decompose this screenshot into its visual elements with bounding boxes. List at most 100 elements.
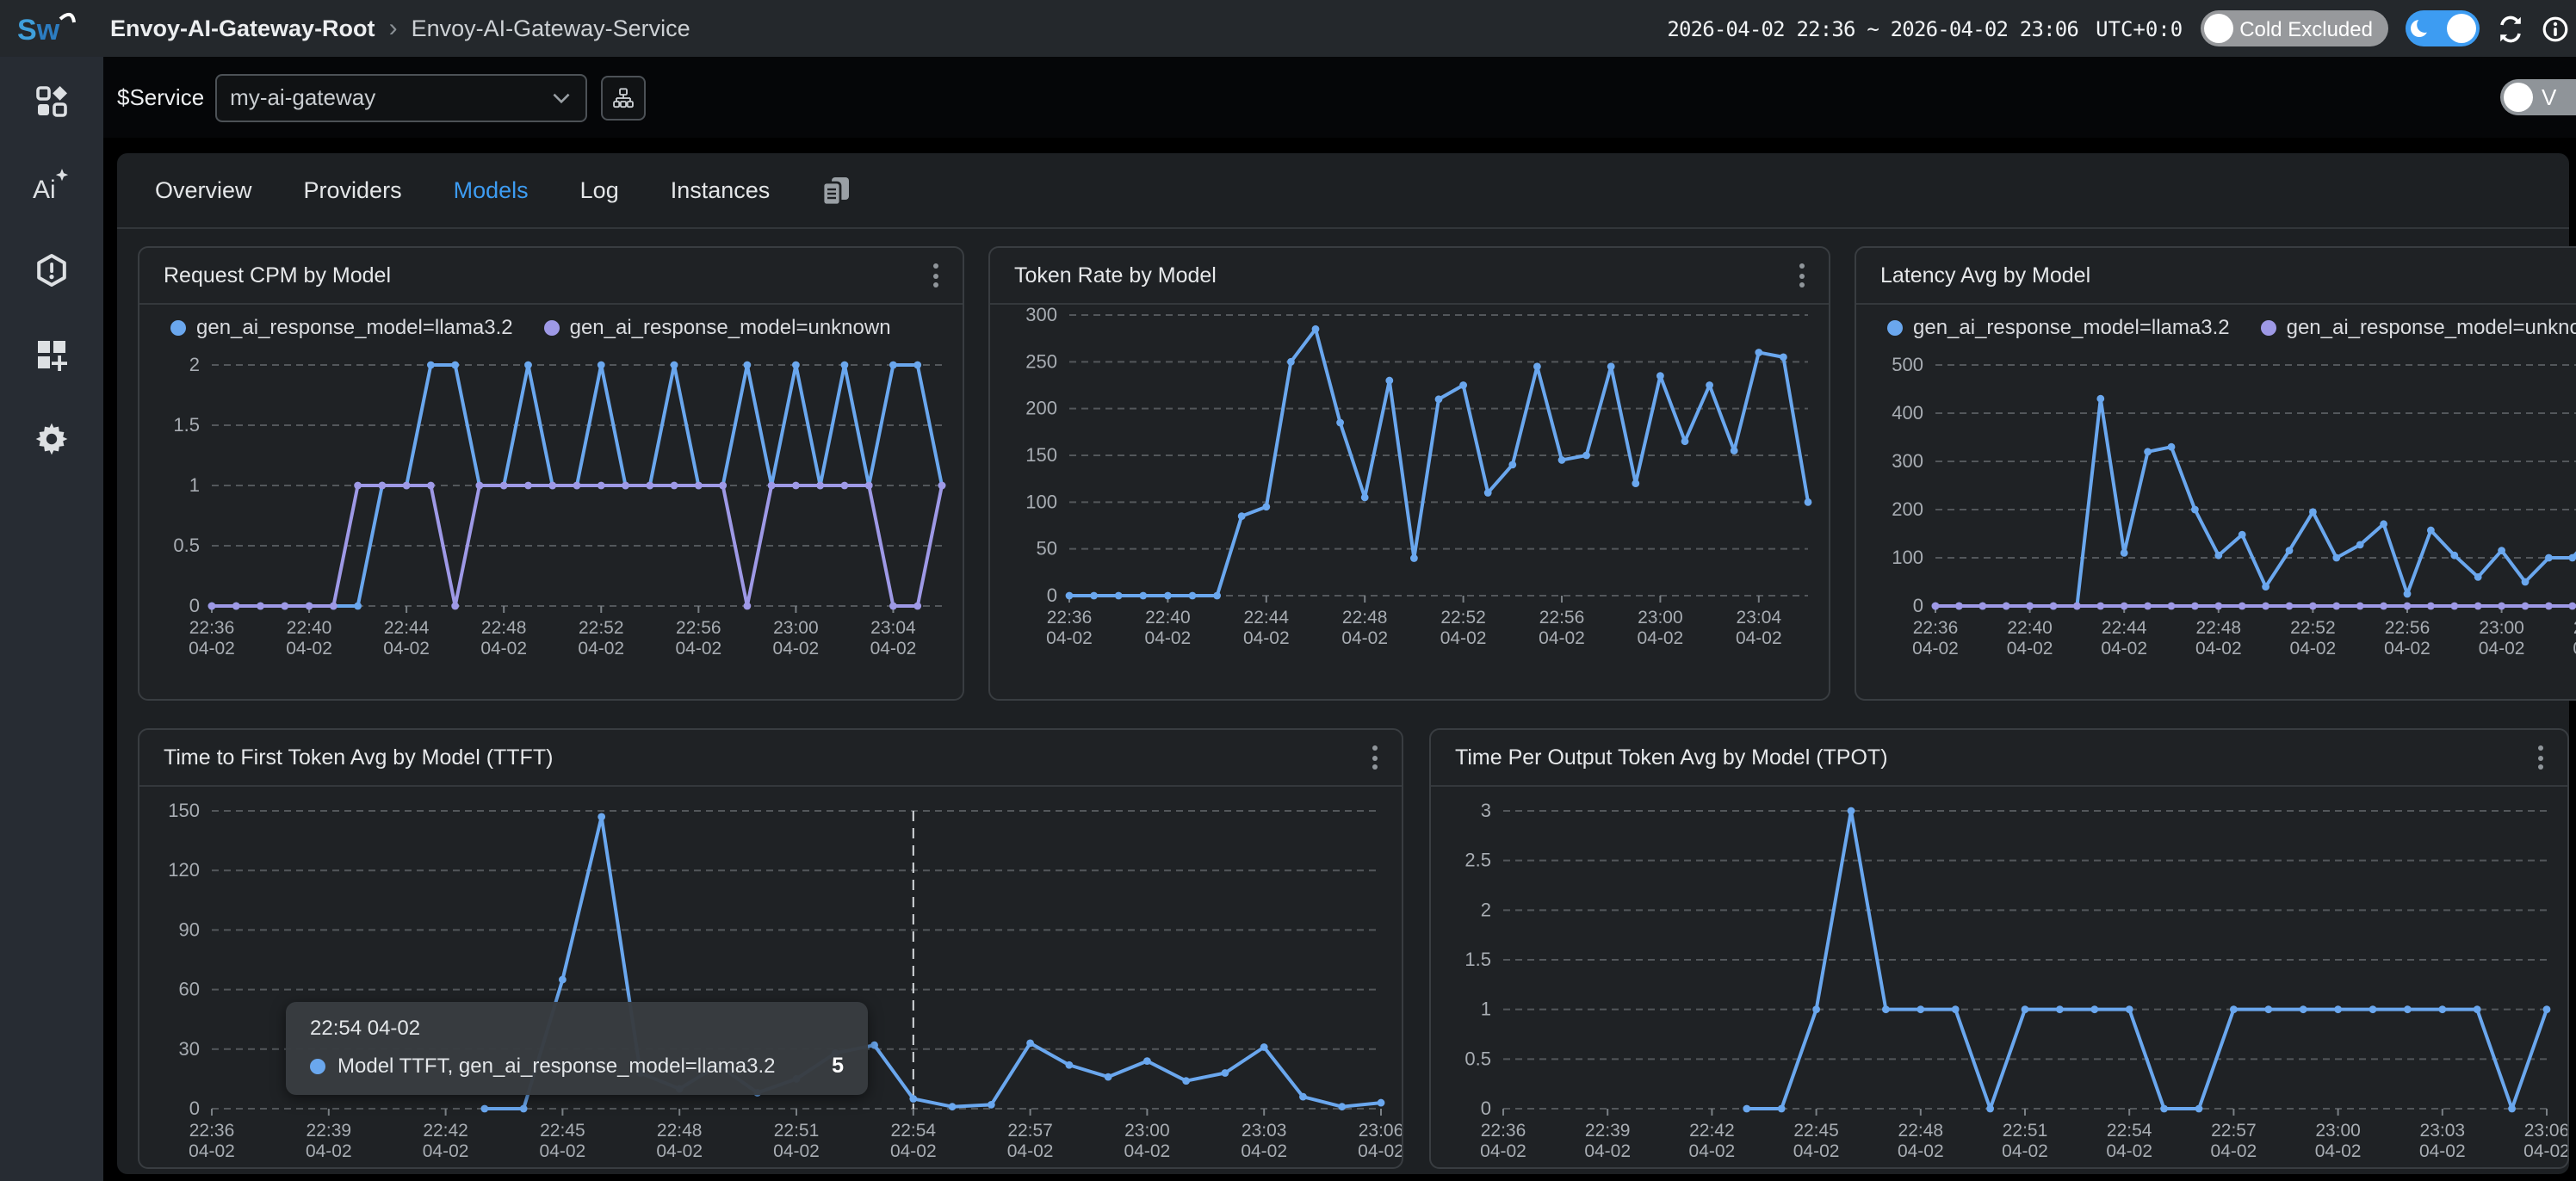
card-header: Time to First Token Avg by Model (TTFT) [139, 730, 1402, 787]
settings-icon[interactable] [33, 420, 71, 458]
copy-dashboard-button[interactable] [821, 175, 851, 206]
svg-text:150: 150 [1025, 444, 1057, 466]
skywalking-logo-icon: Sw [15, 8, 88, 49]
refresh-icon [2497, 15, 2524, 42]
card-title: Time to First Token Avg by Model (TTFT) [164, 745, 553, 770]
ttft-chart-plot[interactable]: 030609012015022:3604-0222:3904-0222:4204… [139, 787, 1402, 1169]
svg-text:22:39: 22:39 [1585, 1121, 1631, 1141]
cold-excluded-knob [2203, 14, 2232, 43]
svg-text:22:42: 22:42 [1689, 1121, 1735, 1141]
svg-text:22:44: 22:44 [1244, 608, 1290, 628]
tab-instances[interactable]: Instances [671, 177, 771, 203]
svg-text:23:00: 23:00 [1124, 1121, 1170, 1141]
svg-text:04-02: 04-02 [1046, 628, 1093, 648]
svg-text:23:00: 23:00 [2315, 1121, 2361, 1141]
breadcrumb-service[interactable]: Envoy-AI-Gateway-Service [412, 15, 690, 41]
legend-item-unknown[interactable]: gen_ai_response_model=unknown [2261, 315, 2576, 339]
svg-text:22:44: 22:44 [2102, 618, 2147, 638]
svg-text:23:04: 23:04 [870, 618, 916, 638]
svg-text:04-02: 04-02 [2101, 639, 2147, 659]
svg-text:04-02: 04-02 [189, 639, 235, 659]
svg-text:04-02: 04-02 [1898, 1141, 1944, 1161]
svg-text:22:51: 22:51 [774, 1121, 820, 1141]
card-title: Latency Avg by Model [1880, 263, 2090, 288]
latency-avg-chart-plot[interactable]: 010020030040050022:3604-0222:4004-0222:4… [1856, 349, 2576, 701]
breadcrumb: Envoy-AI-Gateway-Root › Envoy-AI-Gateway… [110, 14, 690, 43]
card-menu-button[interactable] [1793, 257, 1811, 294]
svg-text:0.5: 0.5 [173, 535, 200, 556]
svg-text:22:56: 22:56 [676, 618, 721, 638]
svg-text:22:36: 22:36 [189, 618, 235, 638]
refresh-button[interactable] [2497, 15, 2524, 42]
svg-text:04-02: 04-02 [2106, 1141, 2152, 1161]
svg-text:23:00: 23:00 [773, 618, 819, 638]
legend-label: gen_ai_response_model=unknown [2287, 315, 2576, 339]
svg-text:04-02: 04-02 [1358, 1141, 1402, 1161]
info-icon [2542, 15, 2569, 42]
alerting-icon[interactable] [33, 251, 71, 289]
svg-text:22:54: 22:54 [891, 1121, 937, 1141]
topbar-controls: 2026-04-02 22:36 ~ 2026-04-02 23:06 UTC+… [1667, 10, 2576, 46]
version-toggle[interactable]: V [2500, 79, 2576, 115]
svg-text:04-02: 04-02 [423, 1141, 469, 1161]
svg-text:2.5: 2.5 [1464, 850, 1491, 871]
tpot-chart-plot[interactable]: 00.511.522.5322:3604-0222:3904-0222:4204… [1431, 787, 2567, 1169]
svg-text:04-02: 04-02 [1440, 628, 1487, 648]
svg-text:60: 60 [179, 979, 200, 1000]
card-request-cpm-by-model: Request CPM by Model gen_ai_response_mod… [138, 246, 964, 701]
svg-text:04-02: 04-02 [870, 639, 917, 659]
card-menu-button[interactable] [1365, 739, 1384, 776]
sidebar: Ai [0, 57, 103, 1181]
svg-text:22:48: 22:48 [657, 1121, 703, 1141]
svg-text:100: 100 [1025, 491, 1057, 512]
svg-text:30: 30 [179, 1038, 200, 1060]
tooltip-time: 22:54 04-02 [310, 1016, 844, 1040]
token-rate-chart-plot[interactable]: 05010015020025030022:3604-0222:4004-0222… [990, 305, 1829, 701]
svg-text:04-02: 04-02 [1736, 628, 1782, 648]
card-header: Request CPM by Model [139, 248, 963, 305]
legend-item-unknown[interactable]: gen_ai_response_model=unknown [544, 315, 891, 339]
cold-excluded-toggle[interactable]: Cold Excluded [2200, 10, 2388, 46]
tab-models[interactable]: Models [454, 177, 529, 203]
tooltip-series-label: Model TTFT, gen_ai_response_model=llama3… [337, 1054, 776, 1078]
info-button[interactable] [2542, 15, 2569, 42]
svg-text:3: 3 [1481, 800, 1491, 821]
svg-text:04-02: 04-02 [1539, 628, 1585, 648]
svg-text:04-02: 04-02 [1007, 1141, 1054, 1161]
svg-text:50: 50 [1037, 538, 1057, 560]
app-root: Sw Envoy-AI-Gateway-Root › Envoy-AI-Gate… [0, 0, 2576, 1181]
legend-item-llama[interactable]: gen_ai_response_model=llama3.2 [170, 315, 513, 339]
svg-text:04-02: 04-02 [1584, 1141, 1631, 1161]
svg-text:04-02: 04-02 [286, 639, 332, 659]
dark-mode-toggle[interactable] [2406, 10, 2480, 46]
tab-log[interactable]: Log [580, 177, 619, 203]
service-select[interactable]: my-ai-gateway [214, 73, 586, 121]
svg-text:04-02: 04-02 [1243, 628, 1290, 648]
tab-overview[interactable]: Overview [155, 177, 252, 203]
svg-text:22:54: 22:54 [2107, 1121, 2152, 1141]
time-range[interactable]: 2026-04-02 22:36 ~ 2026-04-02 23:06 [1667, 16, 2078, 40]
tooltip-series-dot [310, 1058, 325, 1073]
svg-text:04-02: 04-02 [540, 1141, 586, 1161]
card-menu-button[interactable] [926, 257, 945, 294]
skywalking-logo[interactable]: Sw [0, 8, 103, 49]
svg-text:04-02: 04-02 [656, 1141, 703, 1161]
ai-icon[interactable]: Ai [33, 167, 71, 205]
svg-text:23:06: 23:06 [2524, 1121, 2567, 1141]
tab-providers[interactable]: Providers [304, 177, 402, 203]
svg-text:22:52: 22:52 [1440, 608, 1486, 628]
breadcrumb-root[interactable]: Envoy-AI-Gateway-Root [110, 15, 375, 41]
topology-button[interactable] [600, 75, 645, 120]
widgets-icon[interactable] [33, 336, 71, 374]
dashboards-icon[interactable] [33, 83, 71, 121]
svg-text:22:36: 22:36 [1481, 1121, 1526, 1141]
request-cpm-chart-plot[interactable]: 00.511.5222:3604-0222:4004-0222:4404-022… [139, 349, 963, 701]
svg-text:22:36: 22:36 [189, 1121, 235, 1141]
card-menu-button[interactable] [2531, 739, 2550, 776]
legend-item-llama[interactable]: gen_ai_response_model=llama3.2 [1887, 315, 2230, 339]
svg-text:0: 0 [1047, 584, 1057, 606]
version-toggle-knob [2504, 83, 2533, 112]
variables-toolbar: $Service my-ai-gateway V [103, 57, 2576, 138]
svg-text:200: 200 [1892, 498, 1923, 520]
chart-legend: gen_ai_response_model=llama3.2 gen_ai_re… [139, 305, 963, 349]
